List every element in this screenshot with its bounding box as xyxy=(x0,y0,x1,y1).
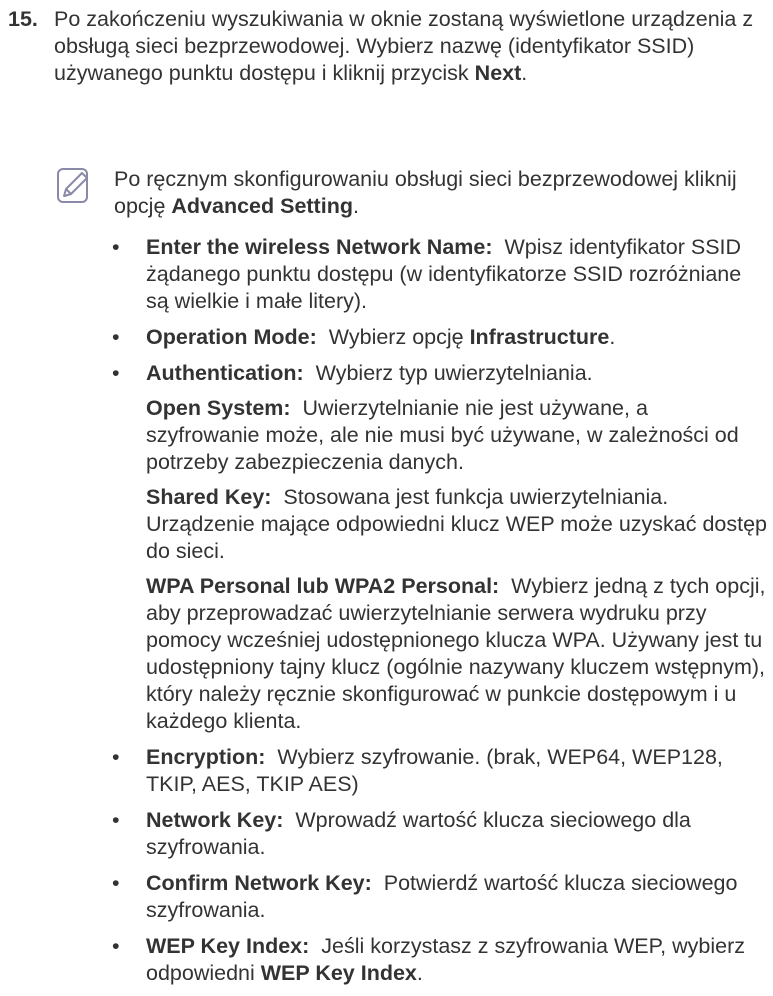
note-text-after: . xyxy=(352,194,359,218)
term-network-name: Enter the wireless Network Name: xyxy=(146,235,493,259)
step-text: Po zakończeniu wyszukiwania w oknie zost… xyxy=(54,6,754,87)
list-item-wep-key-index: • WEP Key Index: Jeśli korzystasz z szyf… xyxy=(112,933,767,987)
step-15: 15. Po zakończeniu wyszukiwania w oknie … xyxy=(8,6,768,87)
list-item-encryption: • Encryption: Wybierz szyfrowanie. (brak… xyxy=(112,744,767,798)
auth-shared-key: Shared Key: Stosowana jest funkcja uwier… xyxy=(146,484,767,565)
list-item-network-name: • Enter the wireless Network Name: Wpisz… xyxy=(112,234,767,315)
bullet: • xyxy=(112,934,120,958)
bullet: • xyxy=(112,871,120,895)
bullet: • xyxy=(112,361,120,385)
next-button-label: Next xyxy=(474,61,522,85)
manual-page: 15. Po zakończeniu wyszukiwania w oknie … xyxy=(0,0,773,985)
note-block: Po ręcznym skonfigurowaniu obsługi sieci… xyxy=(54,166,764,220)
term-confirm-network-key: Confirm Network Key: xyxy=(146,871,372,895)
note-pencil-icon xyxy=(57,168,88,203)
bullet: • xyxy=(112,325,120,349)
term-authentication: Authentication: xyxy=(146,361,304,385)
advanced-setting-label: Advanced Setting xyxy=(171,194,353,218)
term-operation-mode: Operation Mode: xyxy=(146,325,317,349)
term-wpa-personal: WPA Personal lub WPA2 Personal: xyxy=(146,574,500,598)
bullet: • xyxy=(112,745,120,769)
term-encryption: Encryption: xyxy=(146,745,266,769)
term-shared-key: Shared Key: xyxy=(146,485,272,509)
step-number: 15. xyxy=(8,7,38,31)
term-network-key: Network Key: xyxy=(146,808,284,832)
settings-list: • Enter the wireless Network Name: Wpisz… xyxy=(112,234,767,996)
list-item-authentication: • Authentication: Wybierz typ uwierzytel… xyxy=(112,360,767,735)
term-open-system: Open System: xyxy=(146,396,291,420)
step-text-before: Po zakończeniu wyszukiwania w oknie zost… xyxy=(54,7,754,85)
wep-key-index-label: WEP Key Index xyxy=(260,961,417,985)
desc-wep-key-index-end: . xyxy=(416,961,423,985)
list-item-network-key: • Network Key: Wprowadź wartość klucza s… xyxy=(112,807,767,861)
step-text-after: . xyxy=(521,61,528,85)
auth-open-system: Open System: Uwierzytelnianie nie jest u… xyxy=(146,395,767,476)
desc-authentication: Wybierz typ uwierzytelniania. xyxy=(315,361,593,385)
term-wep-key-index: WEP Key Index: xyxy=(146,934,310,958)
bullet: • xyxy=(112,808,120,832)
list-item-operation-mode: • Operation Mode: Wybierz opcję Infrastr… xyxy=(112,324,767,351)
auth-wpa-personal: WPA Personal lub WPA2 Personal: Wybierz … xyxy=(146,573,767,735)
desc-operation-mode-end: . xyxy=(609,325,616,349)
note-text: Po ręcznym skonfigurowaniu obsługi sieci… xyxy=(114,166,764,220)
desc-operation-mode: Wybierz opcję xyxy=(328,325,470,349)
infrastructure-label: Infrastructure xyxy=(469,325,610,349)
list-item-confirm-network-key: • Confirm Network Key: Potwierdź wartość… xyxy=(112,870,767,924)
bullet: • xyxy=(112,235,120,259)
